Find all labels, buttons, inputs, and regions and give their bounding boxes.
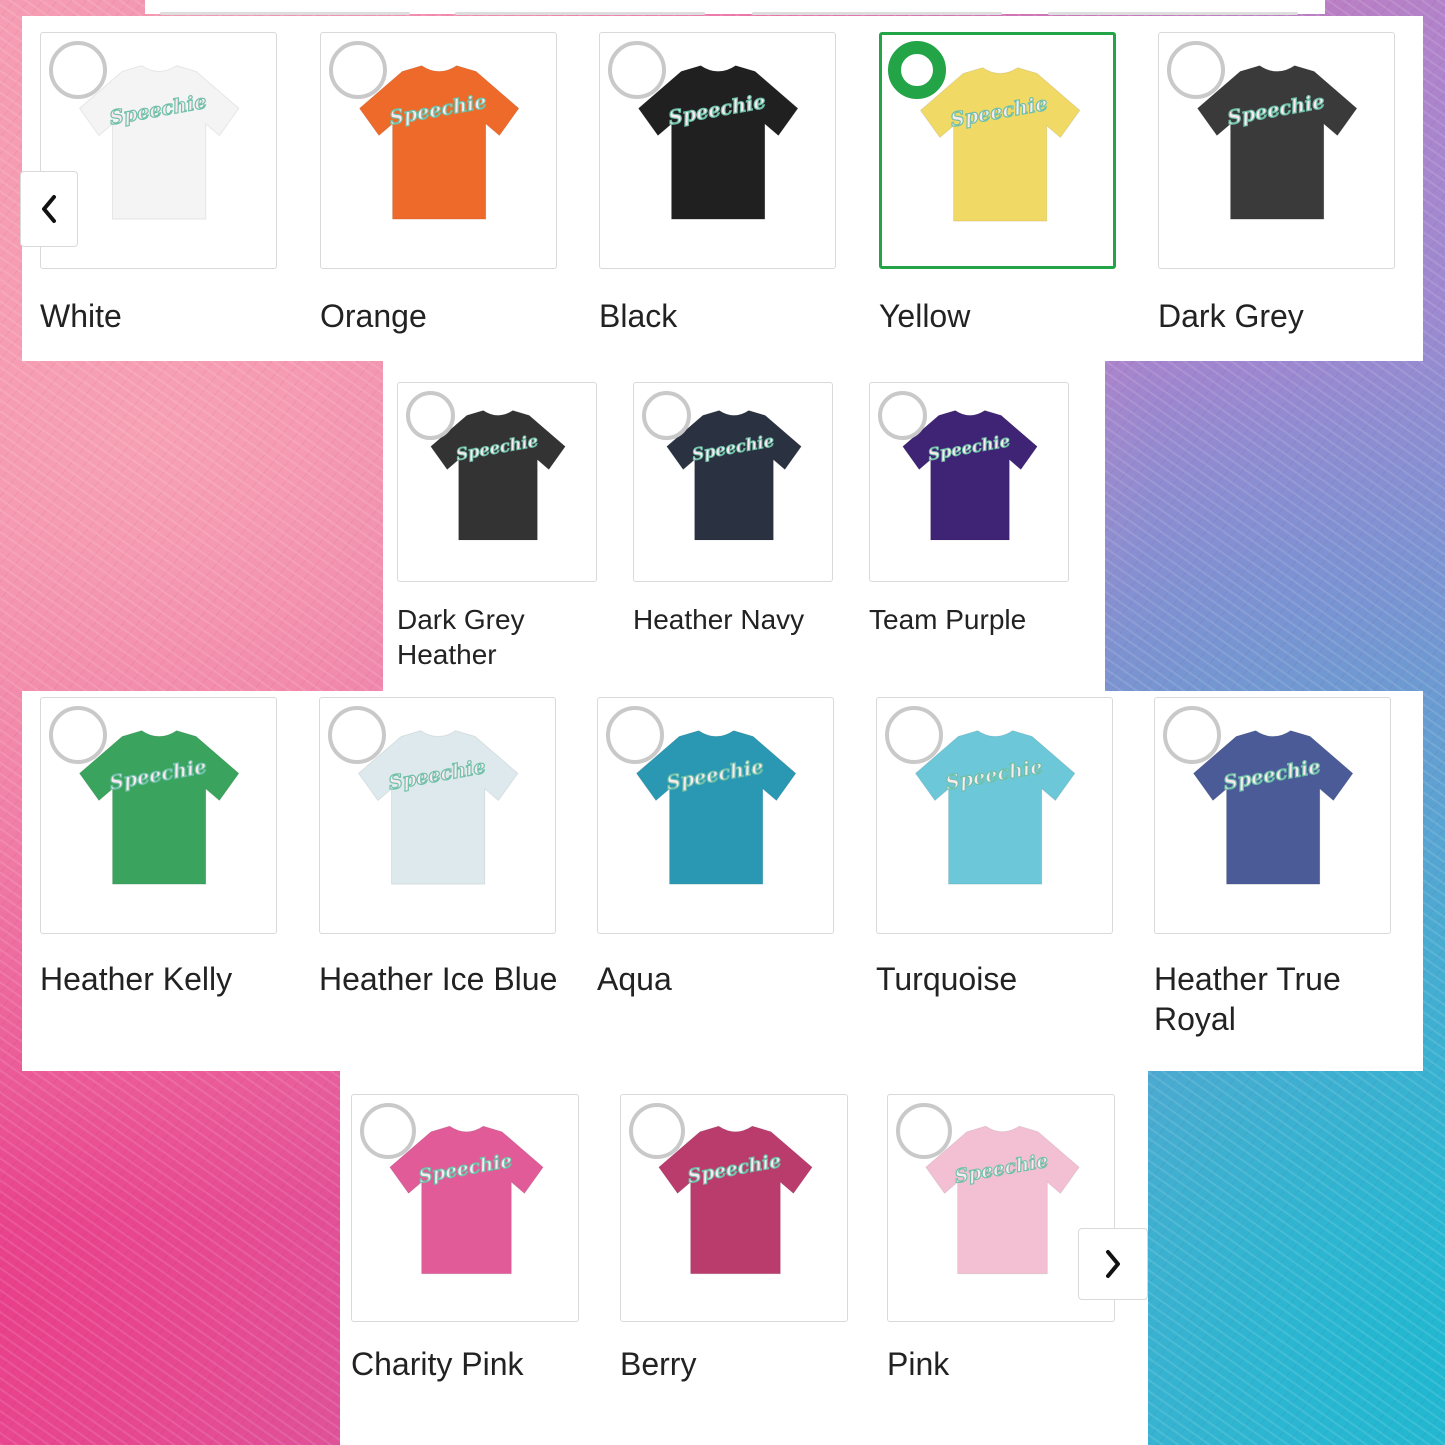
swatch-label: Charity Pink xyxy=(351,1346,524,1382)
swatch-label: Orange xyxy=(320,298,427,334)
color-swatch-heather-navy[interactable]: Speechie Heather Navy xyxy=(633,382,853,692)
swatch-image[interactable]: Speechie xyxy=(599,32,836,269)
swatch-image[interactable]: Speechie xyxy=(1154,697,1391,934)
radio-button[interactable] xyxy=(329,41,387,99)
radio-button[interactable] xyxy=(328,706,386,764)
swatch-image[interactable]: Speechie xyxy=(397,382,597,582)
radio-button[interactable] xyxy=(49,706,107,764)
chevron-right-icon xyxy=(1106,1250,1120,1278)
color-swatch-berry[interactable]: Speechie Berry xyxy=(620,1094,870,1434)
color-swatch-orange[interactable]: Speechie Orange xyxy=(320,32,580,386)
swatch-label: Yellow xyxy=(879,298,971,334)
swatch-image[interactable]: Speechie xyxy=(620,1094,848,1322)
radio-button[interactable] xyxy=(406,391,455,440)
radio-button[interactable] xyxy=(360,1103,416,1159)
color-swatch-yellow[interactable]: Speechie Yellow xyxy=(879,32,1139,386)
swatch-image[interactable]: Speechie xyxy=(40,697,277,934)
swatch-image[interactable]: Speechie xyxy=(633,382,833,582)
radio-button[interactable] xyxy=(1163,706,1221,764)
radio-button[interactable] xyxy=(1167,41,1225,99)
color-swatch-heather-kelly[interactable]: Speechie Heather Kelly xyxy=(40,697,300,1049)
swatch-label: Pink xyxy=(887,1346,950,1382)
radio-button[interactable] xyxy=(878,391,927,440)
color-swatch-black[interactable]: Speechie Black xyxy=(599,32,859,386)
swatch-label: Heather Ice Blue xyxy=(319,961,558,997)
swatch-label: Dark Grey Heather xyxy=(397,604,525,670)
radio-button[interactable] xyxy=(888,41,946,99)
radio-button[interactable] xyxy=(608,41,666,99)
swatch-image[interactable]: Speechie xyxy=(869,382,1069,582)
tab-divider xyxy=(752,12,1002,15)
radio-button[interactable] xyxy=(885,706,943,764)
color-swatch-team-purple[interactable]: Speechie Team Purple xyxy=(869,382,1089,692)
swatch-image[interactable]: Speechie xyxy=(597,697,834,934)
tab-divider xyxy=(455,12,705,15)
swatch-label: Black xyxy=(599,298,678,334)
swatch-image[interactable]: Speechie xyxy=(876,697,1113,934)
tab-divider xyxy=(160,12,410,15)
color-swatch-heather-ice-blue[interactable]: Speechie Heather Ice Blue xyxy=(319,697,579,1049)
radio-button[interactable] xyxy=(629,1103,685,1159)
color-swatch-aqua[interactable]: Speechie Aqua xyxy=(597,697,857,1049)
color-swatch-dark-grey[interactable]: Speechie Dark Grey xyxy=(1158,32,1418,386)
swatch-label: White xyxy=(40,298,122,334)
radio-button[interactable] xyxy=(896,1103,952,1159)
color-swatch-heather-true-royal[interactable]: Speechie Heather True Royal xyxy=(1154,697,1414,1049)
tab-divider xyxy=(1048,12,1298,15)
radio-button[interactable] xyxy=(606,706,664,764)
swatch-label: Aqua xyxy=(597,961,672,997)
color-swatch-dark-grey-heather[interactable]: Speechie Dark Grey Heather xyxy=(397,382,617,692)
swatch-label: Heather Navy xyxy=(633,604,805,635)
swatch-label: Heather Kelly xyxy=(40,961,233,997)
next-button[interactable] xyxy=(1078,1228,1148,1300)
swatch-label: Turquoise xyxy=(876,961,1018,997)
chevron-left-icon xyxy=(42,195,56,223)
swatch-image[interactable]: Speechie xyxy=(320,32,557,269)
previous-button[interactable] xyxy=(20,171,78,247)
color-swatch-white[interactable]: Speechie White xyxy=(40,32,300,386)
radio-button[interactable] xyxy=(49,41,107,99)
radio-button[interactable] xyxy=(642,391,691,440)
swatch-image[interactable]: Speechie xyxy=(1158,32,1395,269)
color-swatch-turquoise[interactable]: Speechie Turquoise xyxy=(876,697,1136,1049)
color-swatch-charity-pink[interactable]: Speechie Charity Pink xyxy=(351,1094,601,1434)
swatch-label: Team Purple xyxy=(869,604,1027,635)
swatch-label: Berry xyxy=(620,1346,697,1382)
swatch-label: Heather True Royal xyxy=(1154,961,1341,1037)
swatch-image[interactable]: Speechie xyxy=(319,697,556,934)
swatch-image[interactable]: Speechie xyxy=(879,32,1116,269)
swatch-label: Dark Grey xyxy=(1158,298,1304,334)
swatch-image[interactable]: Speechie xyxy=(351,1094,579,1322)
